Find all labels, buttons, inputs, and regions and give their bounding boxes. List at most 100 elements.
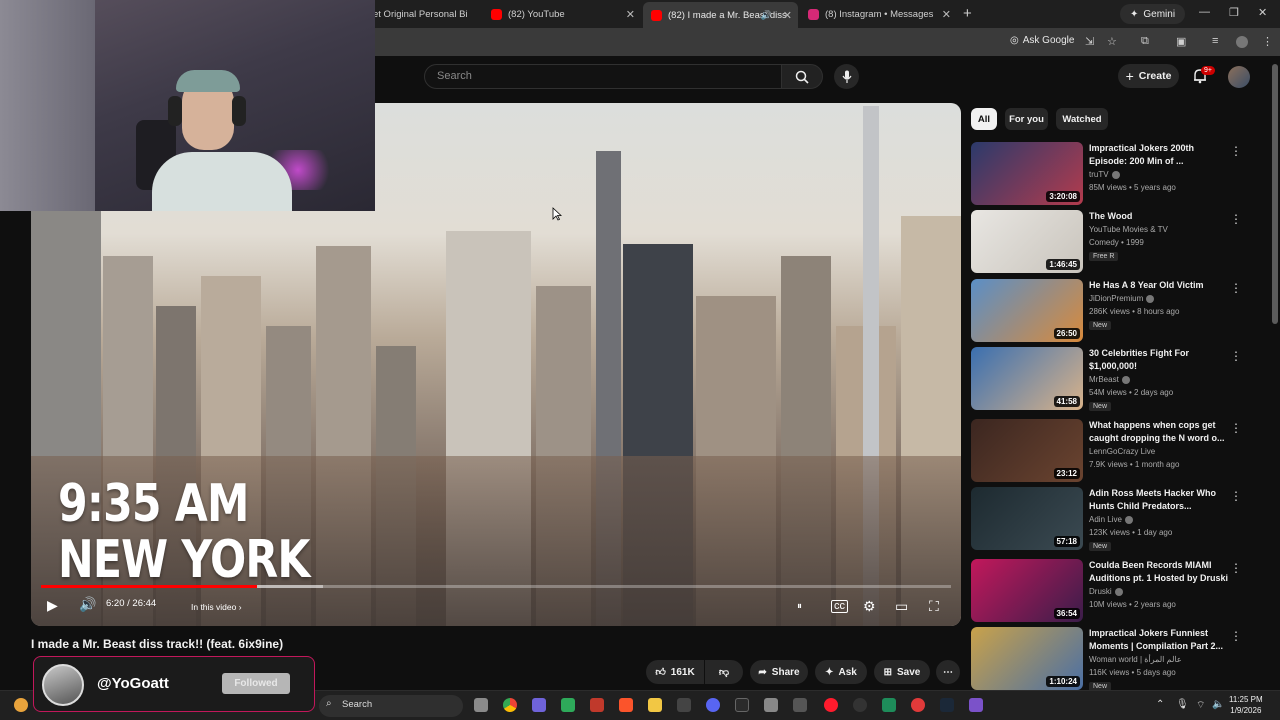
browser-tab-active-video[interactable]: (82) I made a Mr. Beast diss 🔊 ✕	[643, 2, 798, 28]
install-app-icon[interactable]: ⇲	[1085, 35, 1094, 48]
more-vertical-icon[interactable]: ⋮	[1230, 421, 1242, 435]
play-icon[interactable]: ▶	[47, 597, 58, 614]
browser-tab-personal[interactable]: et Original Personal Bi	[373, 3, 481, 25]
recommendation-item[interactable]: 1:46:45 The Wood YouTube Movies & TV Comedy…	[971, 210, 1261, 274]
dislike-button[interactable]: 👎︎	[705, 660, 743, 684]
miniplayer-icon[interactable]: ▭	[895, 598, 908, 615]
recommendation-channel[interactable]: Woman world | عالم المرأة	[1089, 655, 1182, 664]
autoplay-toggle-icon[interactable]: ⏸	[797, 601, 802, 612]
steam-icon[interactable]	[940, 698, 954, 712]
filter-chip-watched[interactable]: Watched	[1056, 108, 1108, 130]
keyboard-app-icon[interactable]	[764, 698, 778, 712]
recommendation-thumbnail[interactable]: 41:58	[971, 347, 1083, 410]
brave-icon[interactable]	[619, 698, 633, 712]
more-vertical-icon[interactable]: ⋮	[1230, 561, 1242, 575]
task-view-icon[interactable]	[474, 698, 488, 712]
recommendation-title[interactable]: Adin Ross Meets Hacker Who Hunts Child P…	[1089, 487, 1229, 513]
recommendation-thumbnail[interactable]: 3:20:08	[971, 142, 1083, 205]
profile-avatar-icon[interactable]	[1236, 36, 1248, 48]
save-button[interactable]: ⊞ Save	[874, 660, 930, 684]
taskbar-search[interactable]: Search	[319, 695, 463, 717]
speaker-icon[interactable]: 🔊	[761, 10, 772, 21]
more-vertical-icon[interactable]: ⋮	[1230, 144, 1242, 158]
voice-search-button[interactable]	[834, 64, 859, 89]
browser-tab-youtube[interactable]: (82) YouTube ✕	[483, 3, 641, 25]
weather-icon[interactable]	[14, 698, 28, 712]
recommendation-title[interactable]: Impractical Jokers 200th Episode: 200 Mi…	[1089, 142, 1229, 168]
tray-wifi-icon[interactable]: ⌔	[1196, 699, 1205, 712]
xbox-icon[interactable]	[561, 698, 575, 712]
recommendation-item[interactable]: 23:12 What happens when cops get caught d…	[971, 419, 1261, 483]
recommendation-title[interactable]: Coulda Been Records MIAMI Auditions pt. …	[1089, 559, 1229, 585]
app-red-icon[interactable]	[590, 698, 604, 712]
recommendation-channel[interactable]: JiDionPremium	[1089, 294, 1155, 303]
more-actions-button[interactable]: ⋯	[936, 660, 960, 684]
opera-icon[interactable]	[824, 698, 838, 712]
app-gray-icon[interactable]	[793, 698, 807, 712]
app-green-icon[interactable]	[882, 698, 896, 712]
tray-mic-icon[interactable]: 🎙	[1176, 699, 1189, 710]
browser-tab-instagram[interactable]: (8) Instagram • Messages ✕	[800, 3, 957, 25]
recommendation-item[interactable]: 1:10:24 Impractical Jokers Funniest Momen…	[971, 627, 1261, 691]
system-clock[interactable]: 11:25 PM 1/9/2026	[1229, 694, 1263, 716]
side-panel-icon[interactable]: ▣	[1176, 35, 1186, 48]
file-explorer-icon[interactable]	[648, 698, 662, 712]
recommendation-title[interactable]: The Wood	[1089, 210, 1229, 223]
discord-icon[interactable]	[706, 698, 720, 712]
app-red-circle-icon[interactable]	[911, 698, 925, 712]
restore-icon[interactable]: ❐	[1229, 6, 1239, 19]
recommendation-thumbnail[interactable]: 26:50	[971, 279, 1083, 342]
recommendation-title[interactable]: He Has A 8 Year Old Victim	[1089, 279, 1229, 292]
recommendation-channel[interactable]: truTV	[1089, 170, 1120, 179]
recommendation-channel[interactable]: LennGoCrazy Live	[1089, 447, 1155, 456]
bookmark-star-icon[interactable]: ☆	[1107, 35, 1117, 48]
recommendation-item[interactable]: 57:18 Adin Ross Meets Hacker Who Hunts Ch…	[971, 487, 1261, 551]
tray-volume-icon[interactable]: 🔈	[1212, 699, 1224, 710]
recommendation-channel[interactable]: Adin Live	[1089, 515, 1133, 524]
settings-gear-icon[interactable]: ⚙	[863, 598, 876, 615]
ask-button[interactable]: ✦ Ask	[815, 660, 867, 684]
fullscreen-icon[interactable]: ⛶	[929, 598, 939, 615]
close-tab-icon[interactable]: ✕	[942, 8, 951, 21]
recommendation-thumbnail[interactable]: 57:18	[971, 487, 1083, 550]
app-purple-icon[interactable]	[969, 698, 983, 712]
new-tab-plus-icon[interactable]: +	[963, 5, 972, 22]
more-vertical-icon[interactable]: ⋮	[1230, 629, 1242, 643]
search-input[interactable]: Search	[424, 64, 782, 89]
filter-chip-for-you[interactable]: For you	[1005, 108, 1048, 130]
recommendation-item[interactable]: 26:50 He Has A 8 Year Old Victim JiDionPre…	[971, 279, 1261, 343]
capcut-icon[interactable]	[677, 698, 691, 712]
like-button[interactable]: 👍︎ 161K	[646, 660, 704, 684]
recommendation-thumbnail[interactable]: 36:54	[971, 559, 1083, 622]
more-vertical-icon[interactable]: ⋮	[1230, 349, 1242, 363]
more-vertical-icon[interactable]: ⋮	[1230, 281, 1242, 295]
close-tab-icon[interactable]: ✕	[783, 9, 792, 22]
minimize-icon[interactable]: —	[1199, 6, 1210, 18]
media-controls-icon[interactable]: ≡	[1212, 35, 1218, 47]
recommendation-channel[interactable]: Druski	[1089, 587, 1123, 596]
ask-google-button[interactable]: ◎ Ask Google	[1010, 35, 1074, 46]
copilot-icon[interactable]	[532, 698, 546, 712]
filter-chip-all[interactable]: All	[971, 108, 997, 130]
share-button[interactable]: ➦ Share	[750, 660, 808, 684]
more-vertical-icon[interactable]: ⋮	[1230, 489, 1242, 503]
tray-chevron-icon[interactable]: ⌃	[1156, 699, 1164, 710]
captions-icon[interactable]: cc	[831, 600, 848, 613]
recommendation-channel[interactable]: MrBeast	[1089, 375, 1130, 384]
search-button[interactable]	[781, 64, 823, 89]
scrollbar-thumb[interactable]	[1272, 64, 1278, 324]
account-avatar[interactable]	[1228, 66, 1250, 88]
create-button[interactable]: + Create	[1118, 64, 1179, 88]
recommendation-thumbnail[interactable]: 1:46:45	[971, 210, 1083, 273]
recommendation-item[interactable]: 3:20:08 Impractical Jokers 200th Episode:…	[971, 142, 1261, 206]
chrome-icon[interactable]	[503, 698, 517, 712]
recommendation-item[interactable]: 41:58 30 Celebrities Fight For $1,000,000…	[971, 347, 1261, 411]
recommendation-item[interactable]: 36:54 Coulda Been Records MIAMI Auditions…	[971, 559, 1261, 623]
browser-menu-icon[interactable]: ⋮	[1262, 35, 1273, 48]
volume-icon[interactable]: 🔊	[79, 596, 96, 613]
followed-button[interactable]: Followed	[222, 673, 290, 694]
close-window-icon[interactable]: ✕	[1258, 6, 1267, 19]
obs-icon[interactable]	[853, 698, 867, 712]
gemini-button[interactable]: ✦ Gemini	[1120, 4, 1186, 24]
recommendation-channel[interactable]: YouTube Movies & TV	[1089, 225, 1168, 234]
